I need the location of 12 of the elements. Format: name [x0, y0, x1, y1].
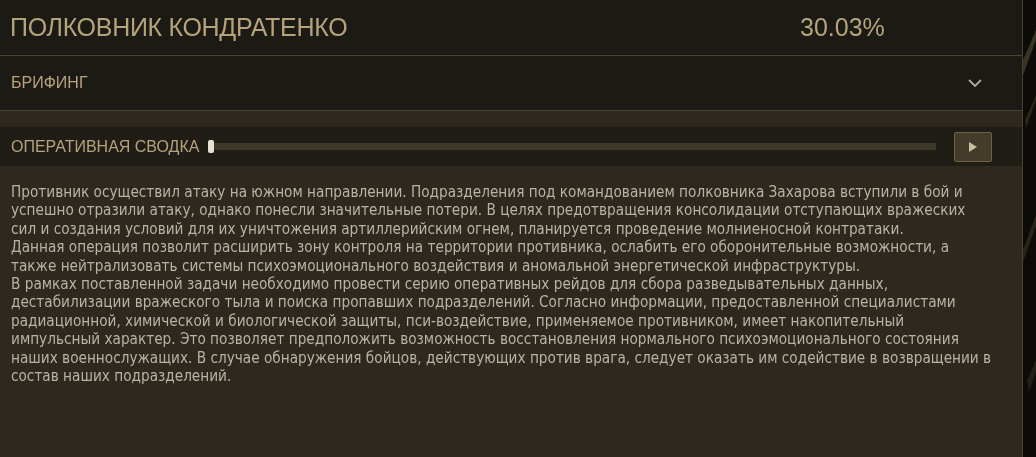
- briefing-paragraph: Противник осуществил атаку на южном направлении. Подразделения под командованием полковника Захарова вступили в бой и успешно отразили атаку, однако понесли значительные потери. В целях предотвращения консолидации отступающих вражеских сил и создания условий для их уничтожения артиллерийским огнем, планируется проведение молниеносной контратаки.: [11, 183, 967, 239]
- briefing-paragraph: В рамках поставленной задачи необходимо провести серию оперативных рейдов для сбора разведывательных данных, дестабилизации вражеского тыла и поиска пропавших подразделений. Согласно информации, предоставленной специалистами радиационной, химической и биологической защиты, пси-воздействие, применяемое противником, имеет накопительный импульсный характер. Это позволяет предположить возможность восстановления нормального психоэмоционального состояния наших военнослужащих. В случае обнаружения бойцов, действующих против врага, следует оказать им содействие в возвращении в состав наших подразделений.: [11, 275, 992, 386]
- mission-title: ПОЛКОВНИК КОНДРАТЕНКО: [10, 13, 349, 42]
- chevron-icon[interactable]: [968, 78, 982, 88]
- briefing-paragraph: Данная операция позволит расширить зону контроля на территории противника, ослабить его оборонительные возможности, а также нейтрализовать системы психоэмоционального воздействия и аномальной энергетической инфраструктуры.: [11, 238, 951, 276]
- play-button[interactable]: [954, 131, 992, 162]
- progress-percentage: 30.03%: [800, 13, 885, 42]
- audio-progress-thumb[interactable]: [208, 140, 215, 153]
- play-icon: [969, 141, 977, 152]
- briefing-label: БРИФИНГ: [11, 74, 88, 92]
- audio-progress-track[interactable]: [211, 143, 936, 150]
- audio-title: ОПЕРАТИВНАЯ СВОДКА: [11, 137, 200, 156]
